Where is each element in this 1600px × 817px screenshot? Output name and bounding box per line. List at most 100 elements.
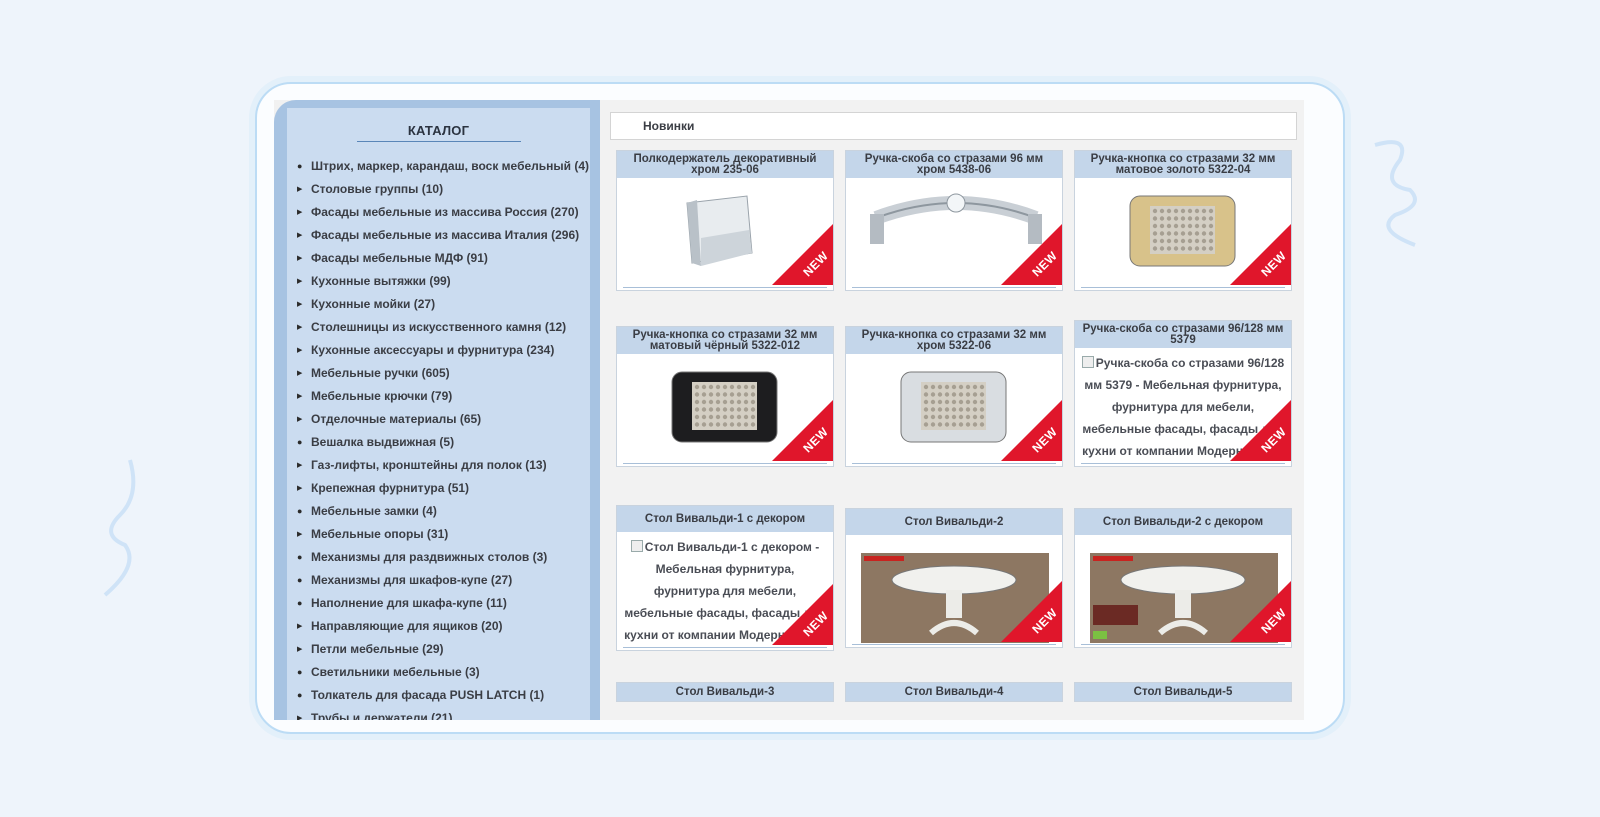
product-image-area[interactable]: NEW <box>1075 535 1291 647</box>
catalog-item-label: Фасады мебельные из массива Россия (270) <box>311 204 579 219</box>
card-divider <box>852 463 1056 464</box>
catalog-item[interactable]: ▶ Трубы и держатели (21) <box>297 706 590 721</box>
product-image-area[interactable]: NEW <box>617 354 833 466</box>
catalog-item-label: Мебельные замки (4) <box>311 503 437 518</box>
product-title[interactable]: Стол Вивальди-4 <box>846 683 1062 701</box>
bullet-dot-icon: ● <box>297 574 303 585</box>
catalog-panel: КАТАЛОГ ● Штрих, маркер, карандаш, воск м… <box>287 108 590 720</box>
catalog-item-label: Штрих, маркер, карандаш, воск мебельный … <box>311 158 590 173</box>
breadcrumb: Новинки <box>610 112 1297 140</box>
product-card[interactable]: Стол Вивальди-2 с декором NEW <box>1074 508 1292 648</box>
product-title[interactable]: Стол Вивальди-2 <box>846 509 1062 535</box>
catalog-item-label: Отделочные материалы (65) <box>311 411 482 426</box>
product-title[interactable]: Стол Вивальди-1 с декором <box>617 506 833 532</box>
card-divider <box>852 644 1056 645</box>
product-card[interactable]: Стол Вивальди-1 с декором Стол Вивальди-1… <box>616 505 834 651</box>
background-swirl-right <box>1374 140 1417 247</box>
product-card[interactable]: Полкодержатель декоративный хром 235-06 N… <box>616 150 834 291</box>
card-divider <box>623 463 827 464</box>
catalog-item-label: Механизмы для шкафов-купе (27) <box>311 572 513 587</box>
catalog-item[interactable]: ▶ Фасады мебельные МДФ (91) <box>297 246 590 269</box>
catalog-item-label: Петли мебельные (29) <box>311 641 444 656</box>
product-title[interactable]: Стол Вивальди-3 <box>617 683 833 701</box>
product-card[interactable]: Ручка-кнопка со стразами 32 мм матовый ч… <box>616 326 834 467</box>
bullet-arrow-icon: ▶ <box>297 185 303 193</box>
product-card[interactable]: Стол Вивальди-4 <box>845 682 1063 702</box>
product-title[interactable]: Стол Вивальди-5 <box>1075 683 1291 701</box>
product-image-area[interactable]: NEW <box>617 178 833 290</box>
catalog-item-label: Мебельные опоры (31) <box>311 526 449 541</box>
catalog-item-label: Крепежная фурнитура (51) <box>311 480 470 495</box>
product-title[interactable]: Полкодержатель декоративный хром 235-06 <box>617 151 833 178</box>
product-image-area[interactable]: NEW <box>846 178 1062 290</box>
catalog-item-label: Мебельные крючки (79) <box>311 388 453 403</box>
catalog-item[interactable]: ● Наполнение для шкафа-купе (11) <box>297 591 590 614</box>
catalog-item[interactable]: ▶ Направляющие для ящиков (20) <box>297 614 590 637</box>
product-card[interactable]: Стол Вивальди-3 <box>616 682 834 702</box>
catalog-item[interactable]: ● Механизмы для раздвижных столов (3) <box>297 545 590 568</box>
bullet-arrow-icon: ▶ <box>297 484 303 492</box>
bullet-arrow-icon: ▶ <box>297 346 303 354</box>
product-card[interactable]: Ручка-кнопка со стразами 32 мм матовое з… <box>1074 150 1292 291</box>
new-badge: NEW <box>772 583 833 645</box>
product-card[interactable]: Ручка-скоба со стразами 96/128 мм 5379 Ру… <box>1074 320 1292 467</box>
catalog-item-label: Столовые группы (10) <box>311 181 444 196</box>
product-title[interactable]: Ручка-кнопка со стразами 32 мм хром 5322… <box>846 327 1062 354</box>
catalog-item[interactable]: ▶ Кухонные мойки (27) <box>297 292 590 315</box>
catalog-item[interactable]: ▶ Газ-лифты, кронштейны для полок (13) <box>297 453 590 476</box>
product-card[interactable]: Стол Вивальди-2 NEW <box>845 508 1063 648</box>
bullet-arrow-icon: ▶ <box>297 323 303 331</box>
catalog-item[interactable]: ▶ Кухонные вытяжки (99) <box>297 269 590 292</box>
catalog-item[interactable]: ▶ Отделочные материалы (65) <box>297 407 590 430</box>
catalog-item-label: Фасады мебельные из массива Италия (296) <box>311 227 580 242</box>
product-image-area[interactable]: NEW <box>846 354 1062 466</box>
product-card[interactable]: Ручка-кнопка со стразами 32 мм хром 5322… <box>845 326 1063 467</box>
bullet-arrow-icon: ▶ <box>297 300 303 308</box>
product-card[interactable]: Ручка-скоба со стразами 96 мм хром 5438-… <box>845 150 1063 291</box>
webpage-screenshot: КАТАЛОГ ● Штрих, маркер, карандаш, воск м… <box>274 100 1304 720</box>
catalog-item[interactable]: ● Толкатель для фасада PUSH LATCH (1) <box>297 683 590 706</box>
product-image-area[interactable]: NEW <box>1075 178 1291 290</box>
card-divider <box>1081 463 1285 464</box>
catalog-item-label: Кухонные вытяжки (99) <box>311 273 451 288</box>
catalog-item[interactable]: ▶ Мебельные крючки (79) <box>297 384 590 407</box>
bullet-arrow-icon: ▶ <box>297 714 303 721</box>
product-title[interactable]: Ручка-скоба со стразами 96/128 мм 5379 <box>1075 321 1291 348</box>
bullet-arrow-icon: ▶ <box>297 254 303 262</box>
catalog-item[interactable]: ● Механизмы для шкафов-купе (27) <box>297 568 590 591</box>
catalog-item[interactable]: ▶ Фасады мебельные из массива Италия (296… <box>297 223 590 246</box>
bullet-dot-icon: ● <box>297 160 303 171</box>
product-title[interactable]: Стол Вивальди-2 с декором <box>1075 509 1291 535</box>
bullet-arrow-icon: ▶ <box>297 530 303 538</box>
catalog-item[interactable]: ● Штрих, маркер, карандаш, воск мебельный… <box>297 154 590 177</box>
catalog-item[interactable]: ▶ Мебельные опоры (31) <box>297 522 590 545</box>
catalog-item[interactable]: ● Мебельные замки (4) <box>297 499 590 522</box>
catalog-item[interactable]: ▶ Крепежная фурнитура (51) <box>297 476 590 499</box>
catalog-item-label: Вешалка выдвижная (5) <box>311 434 455 449</box>
product-image-area[interactable]: Ручка-скоба со стразами 96/128 мм 5379 -… <box>1075 348 1291 466</box>
product-card[interactable]: Стол Вивальди-5 <box>1074 682 1292 702</box>
catalog-item[interactable]: ▶ Фасады мебельные из массива Россия (270… <box>297 200 590 223</box>
catalog-item[interactable]: ▶ Столешницы из искусственного камня (12) <box>297 315 590 338</box>
catalog-item[interactable]: ▶ Петли мебельные (29) <box>297 637 590 660</box>
product-title[interactable]: Ручка-скоба со стразами 96 мм хром 5438-… <box>846 151 1062 178</box>
catalog-item[interactable]: ● Светильники мебельные (3) <box>297 660 590 683</box>
product-title[interactable]: Ручка-кнопка со стразами 32 мм матовый ч… <box>617 327 833 354</box>
screenshot-frame: КАТАЛОГ ● Штрих, маркер, карандаш, воск м… <box>255 82 1345 734</box>
bullet-arrow-icon: ▶ <box>297 369 303 377</box>
catalog-item[interactable]: ▶ Столовые группы (10) <box>297 177 590 200</box>
catalog-item[interactable]: ● Вешалка выдвижная (5) <box>297 430 590 453</box>
catalog-item[interactable]: ▶ Мебельные ручки (605) <box>297 361 590 384</box>
product-title[interactable]: Ручка-кнопка со стразами 32 мм матовое з… <box>1075 151 1291 178</box>
catalog-title-underline <box>356 141 521 142</box>
bullet-arrow-icon: ▶ <box>297 277 303 285</box>
new-badge: NEW <box>1001 223 1062 285</box>
bullet-dot-icon: ● <box>297 597 303 608</box>
catalog-title: КАТАЛОГ <box>407 123 470 138</box>
catalog-item[interactable]: ▶ Кухонные аксессуары и фурнитура (234) <box>297 338 590 361</box>
new-badge: NEW <box>772 399 833 461</box>
bullet-arrow-icon: ▶ <box>297 392 303 400</box>
product-image-area[interactable]: Стол Вивальди-1 с декором - Мебельная фу… <box>617 532 833 650</box>
bullet-arrow-icon: ▶ <box>297 461 303 469</box>
product-image-area[interactable]: NEW <box>846 535 1062 647</box>
